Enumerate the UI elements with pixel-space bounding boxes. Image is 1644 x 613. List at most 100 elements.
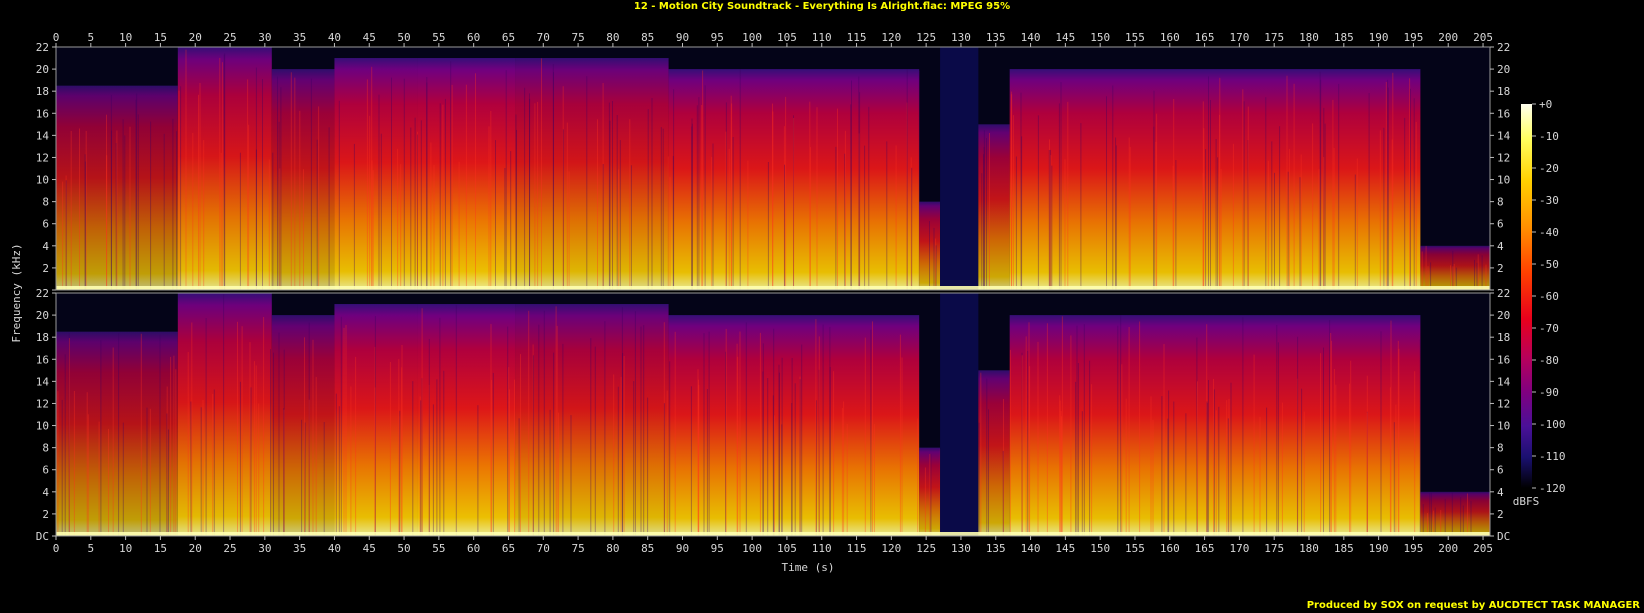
y-tick-label: 14 bbox=[36, 129, 50, 142]
y-tick-label: 2 bbox=[42, 262, 49, 275]
spectral-streak bbox=[773, 328, 775, 536]
colorbar-tick-label: -110 bbox=[1539, 450, 1566, 463]
spectral-streak bbox=[1266, 407, 1268, 536]
x-axis-label: Time (s) bbox=[782, 561, 835, 574]
spectral-streak bbox=[1481, 255, 1483, 290]
spectral-streak bbox=[465, 84, 467, 290]
spectral-streak bbox=[458, 161, 460, 290]
spectral-streak bbox=[345, 325, 347, 536]
spectral-streak bbox=[518, 418, 520, 536]
spectral-streak bbox=[436, 379, 438, 536]
spectral-streak bbox=[323, 422, 325, 536]
spectral-streak bbox=[612, 101, 613, 290]
x-tick-label: 40 bbox=[328, 31, 341, 44]
y-tick-label: 10 bbox=[36, 174, 49, 187]
y-tick-label: 12 bbox=[1497, 397, 1510, 410]
spectral-streak bbox=[507, 326, 509, 536]
colorbar-tick-label: +0 bbox=[1539, 98, 1552, 111]
spectral-band bbox=[515, 58, 669, 290]
spectral-streak bbox=[1029, 366, 1031, 536]
spectral-streak bbox=[1021, 355, 1023, 536]
spectral-streak bbox=[696, 105, 698, 290]
colorbar-tick-label: -20 bbox=[1539, 162, 1559, 175]
y-tick-label: 18 bbox=[36, 85, 49, 98]
spectral-streak bbox=[651, 98, 653, 290]
x-tick-label: 135 bbox=[986, 542, 1006, 555]
spectral-streak bbox=[1175, 160, 1177, 290]
spectral-streak bbox=[168, 429, 169, 536]
x-tick-label: 30 bbox=[258, 542, 271, 555]
y-tick-label: 8 bbox=[42, 442, 49, 455]
spectral-streak bbox=[794, 383, 796, 536]
spectral-streak bbox=[833, 371, 835, 536]
spectral-streak bbox=[1197, 381, 1198, 536]
spectral-streak bbox=[986, 138, 987, 290]
spectral-streak bbox=[1392, 72, 1394, 290]
spectral-streak bbox=[935, 245, 937, 290]
x-tick-label: 70 bbox=[537, 542, 550, 555]
spectral-streak bbox=[1121, 364, 1123, 536]
spectral-streak bbox=[1083, 324, 1085, 536]
spectral-gap bbox=[940, 293, 979, 536]
spectral-streak bbox=[666, 390, 668, 536]
x-tick-label: 115 bbox=[847, 542, 867, 555]
spectral-streak bbox=[1163, 344, 1165, 536]
spectral-streak bbox=[1185, 413, 1187, 536]
spectral-streak bbox=[728, 148, 730, 290]
x-tick-label: 5 bbox=[87, 542, 94, 555]
spectral-streak bbox=[1320, 353, 1322, 536]
x-tick-label: 90 bbox=[676, 31, 689, 44]
spectral-streak bbox=[1422, 504, 1424, 536]
spectral-streak bbox=[785, 96, 787, 291]
y-tick-label: DC bbox=[36, 530, 49, 543]
x-tick-label: 120 bbox=[881, 542, 901, 555]
x-tick-label: 110 bbox=[812, 542, 832, 555]
spectral-band bbox=[334, 58, 418, 290]
spectral-streak bbox=[304, 337, 305, 536]
spectral-streak bbox=[124, 135, 126, 290]
spectral-streak bbox=[338, 406, 340, 536]
spectral-streak bbox=[255, 365, 257, 536]
spectral-streak bbox=[312, 339, 314, 536]
spectral-streak bbox=[1232, 143, 1234, 290]
y-tick-label: 2 bbox=[1497, 262, 1504, 275]
x-tick-label: 85 bbox=[641, 31, 654, 44]
spectral-streak bbox=[1333, 147, 1335, 290]
spectral-streak bbox=[1451, 492, 1453, 536]
spectral-streak bbox=[403, 78, 405, 290]
spectral-streak bbox=[301, 419, 303, 536]
x-tick-label: 95 bbox=[711, 542, 724, 555]
y-axis-label: Frequency (kHz) bbox=[10, 243, 23, 342]
y-tick-label: 22 bbox=[36, 41, 49, 54]
spectral-streak bbox=[303, 169, 304, 290]
y-tick-label: 12 bbox=[36, 151, 49, 164]
spectral-streak bbox=[586, 76, 588, 290]
spectral-streak bbox=[220, 153, 222, 290]
spectral-streak bbox=[663, 403, 665, 536]
spectral-streak bbox=[428, 338, 430, 536]
spectral-streak bbox=[180, 86, 182, 290]
x-tick-label: 150 bbox=[1090, 31, 1110, 44]
spectral-streak bbox=[414, 117, 416, 290]
spectral-streak bbox=[371, 160, 373, 290]
y-tick-label: 10 bbox=[36, 420, 49, 433]
spectral-band bbox=[1009, 69, 1421, 290]
spectral-streak bbox=[263, 317, 265, 536]
spectral-streak bbox=[1267, 160, 1269, 290]
spectral-streak bbox=[262, 79, 263, 290]
spectral-streak bbox=[1356, 158, 1358, 290]
x-tick-label: 20 bbox=[189, 542, 202, 555]
spectral-streak bbox=[620, 376, 622, 536]
spectral-streak bbox=[62, 181, 64, 290]
spectral-streak bbox=[711, 157, 713, 290]
spectral-streak bbox=[412, 381, 414, 536]
spectral-streak bbox=[899, 334, 901, 536]
x-tick-label: 195 bbox=[1403, 542, 1423, 555]
spectral-streak bbox=[398, 359, 400, 536]
spectral-streak bbox=[864, 337, 866, 536]
spectral-streak bbox=[299, 110, 301, 290]
spectral-streak bbox=[739, 69, 741, 290]
spectral-streak bbox=[190, 401, 192, 536]
spectral-streak bbox=[310, 78, 312, 290]
x-tick-label: 80 bbox=[606, 542, 619, 555]
